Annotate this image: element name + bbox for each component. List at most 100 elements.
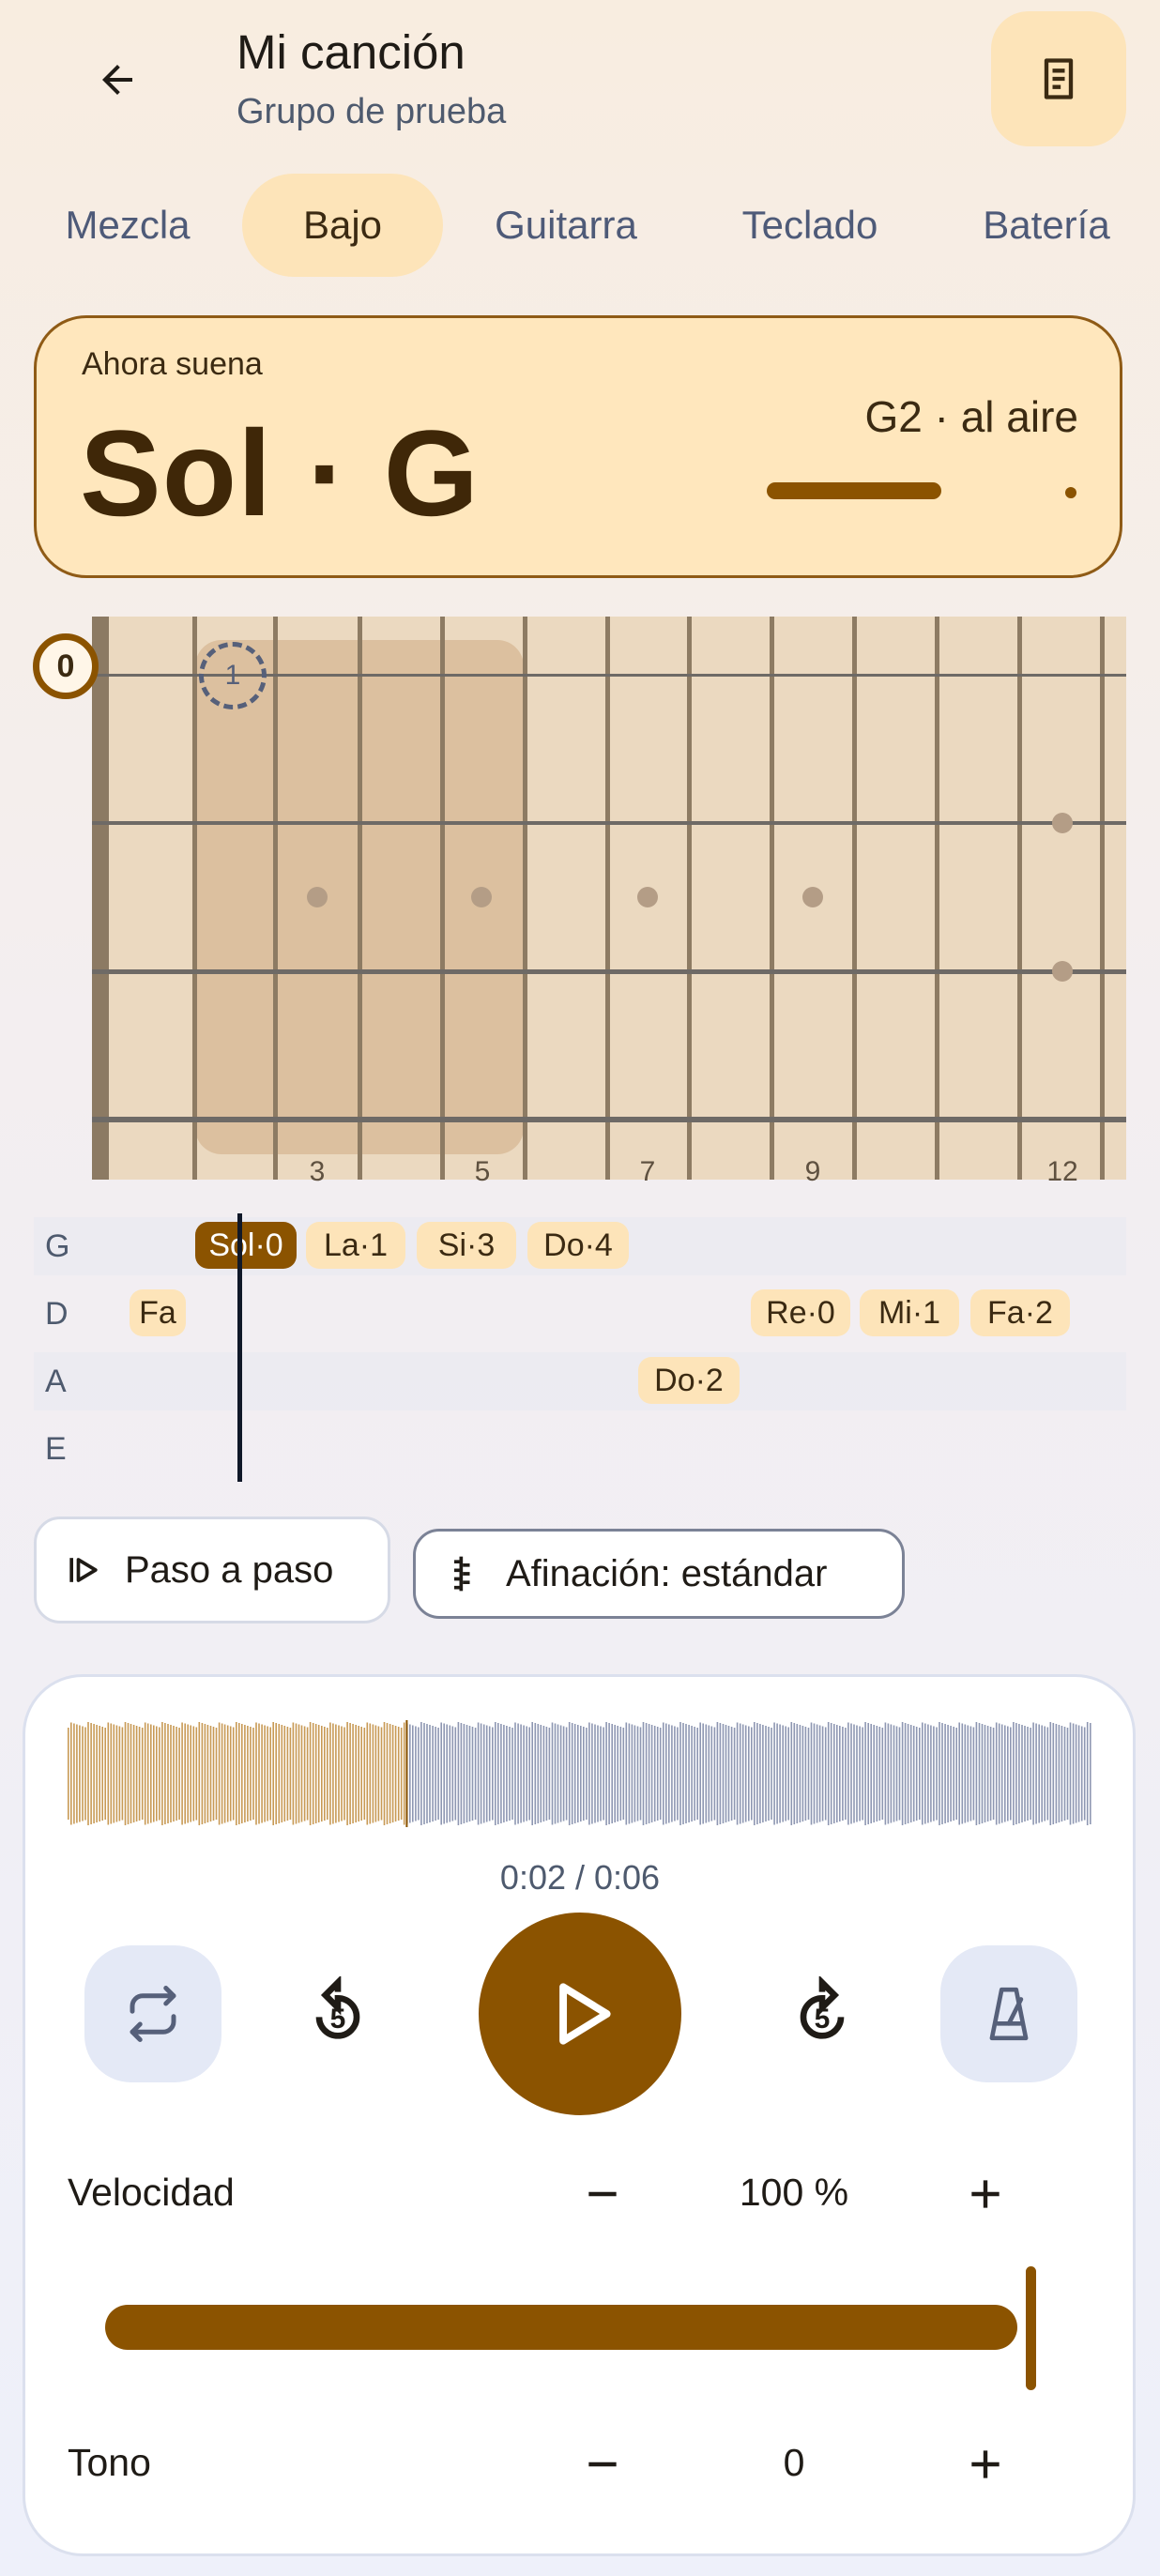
waveform[interactable] [68,1720,1092,1827]
tab-bateria[interactable]: Batería [957,174,1136,277]
waveform-bar [776,1723,778,1824]
tab-guitarra[interactable]: Guitarra [469,174,663,277]
waveform-bar [936,1727,938,1821]
forward-5-button[interactable]: 5 [779,1967,865,2061]
waveform-bar [765,1726,767,1821]
waveform-bar [981,1724,984,1823]
back-button[interactable] [66,28,169,131]
waveform-bar [909,1725,912,1822]
waveform-bar [1063,1727,1066,1821]
waveform-bar [206,1725,209,1822]
playhead-cursor[interactable] [237,1213,242,1482]
lyrics-button[interactable] [991,11,1126,146]
finger-marker[interactable]: 1 [199,642,267,709]
tab-note-chip[interactable]: Do·2 [638,1357,740,1404]
tab-note-chip[interactable]: Fa·2 [970,1289,1070,1336]
speed-slider-handle[interactable] [1026,2266,1036,2390]
waveform-bar [548,1728,551,1820]
waveform-bar [195,1727,198,1821]
waveform-bar [915,1727,918,1821]
waveform-bar [223,1724,226,1823]
tab-note-chip[interactable]: Do·4 [527,1222,629,1269]
play-button[interactable] [479,1913,681,2115]
waveform-bar [107,1722,110,1825]
waveform-bar [705,1724,708,1823]
waveform-bar [153,1725,155,1822]
speed-slider-track[interactable] [105,2305,1017,2350]
tab-note-chip[interactable]: Re·0 [751,1289,850,1336]
waveform-playhead[interactable] [405,1720,408,1827]
waveform-bar [859,1726,861,1821]
replay-5-button[interactable]: 5 [295,1967,381,2061]
waveform-bar [688,1725,690,1822]
loop-button[interactable] [84,1945,221,2082]
waveform-bar [958,1722,960,1825]
waveform-bar [594,1724,596,1823]
tab-teclado[interactable]: Teclado [713,174,907,277]
waveform-bar [300,1725,303,1822]
tab-note-chip[interactable]: Sol·0 [195,1222,297,1269]
waveform-bar [176,1727,177,1821]
waveform-bar [517,1723,519,1824]
waveform-bar [167,1724,169,1823]
fret-wire [273,617,278,1180]
waveform-bar [252,1728,254,1820]
fret-number: 5 [474,1156,491,1187]
waveform-bar [432,1726,434,1821]
fret-inlay [307,887,328,907]
waveform-bar [790,1722,793,1825]
tuning-button[interactable]: Afinación: estándar [413,1529,905,1619]
speed-increase-button[interactable] [957,2168,1014,2220]
fret-inlay [1052,813,1073,833]
waveform-bar [463,1724,466,1823]
time-readout: 0:02 / 0:06 [499,1858,661,1897]
metronome-button[interactable] [940,1945,1077,2082]
waveform-bar [663,1722,664,1825]
tab-mezcla[interactable]: Mezcla [38,174,218,277]
waveform-bar [685,1724,687,1823]
waveform-bar [482,1724,485,1823]
pitch-increase-button[interactable] [957,2438,1014,2491]
waveform-bar [659,1728,662,1820]
waveform-bar [577,1725,579,1822]
tab-note-chip[interactable]: La·1 [306,1222,405,1269]
waveform-bar [480,1723,482,1824]
waveform-bar [565,1727,568,1821]
fret-wire [605,617,610,1180]
tab-note-chip[interactable]: Mi·1 [860,1289,959,1336]
waveform-bar [588,1722,590,1825]
open-string-marker[interactable]: 0 [33,633,99,699]
waveform-bar [850,1723,852,1824]
waveform-bar [391,1725,394,1822]
step-by-step-button[interactable]: Paso a paso [34,1517,390,1623]
waveform-bar [656,1727,659,1821]
waveform-bar [986,1726,989,1821]
waveform-bar [104,1728,106,1820]
waveform-bar [79,1725,81,1822]
string-label: G [45,1228,70,1264]
waveform-bar [400,1728,403,1820]
waveform-bar [605,1722,607,1825]
waveform-bar [236,1722,237,1825]
waveform-bar [830,1723,832,1824]
waveform-bar [702,1723,704,1824]
tab-bajo[interactable]: Bajo [242,174,443,277]
waveform-bar [178,1728,180,1820]
waveform-bar [733,1728,736,1820]
speed-decrease-button[interactable] [574,2168,631,2220]
waveform-bar [468,1726,471,1821]
waveform-bar [682,1723,684,1824]
pitch-label: Tono [68,2441,151,2484]
waveform-bar [586,1728,588,1820]
waveform-bar [457,1722,460,1825]
waveform-bar [418,1727,420,1821]
pitch-decrease-button[interactable] [574,2438,631,2491]
waveform-bar [998,1723,1000,1824]
waveform-bar [545,1727,548,1821]
string-label: A [45,1364,67,1399]
tab-note-chip[interactable]: Fa [130,1289,186,1336]
tab-note-chip[interactable]: Si·3 [417,1222,516,1269]
waveform-bar [930,1725,932,1822]
waveform-bar [506,1726,508,1821]
waveform-bar [278,1724,281,1823]
